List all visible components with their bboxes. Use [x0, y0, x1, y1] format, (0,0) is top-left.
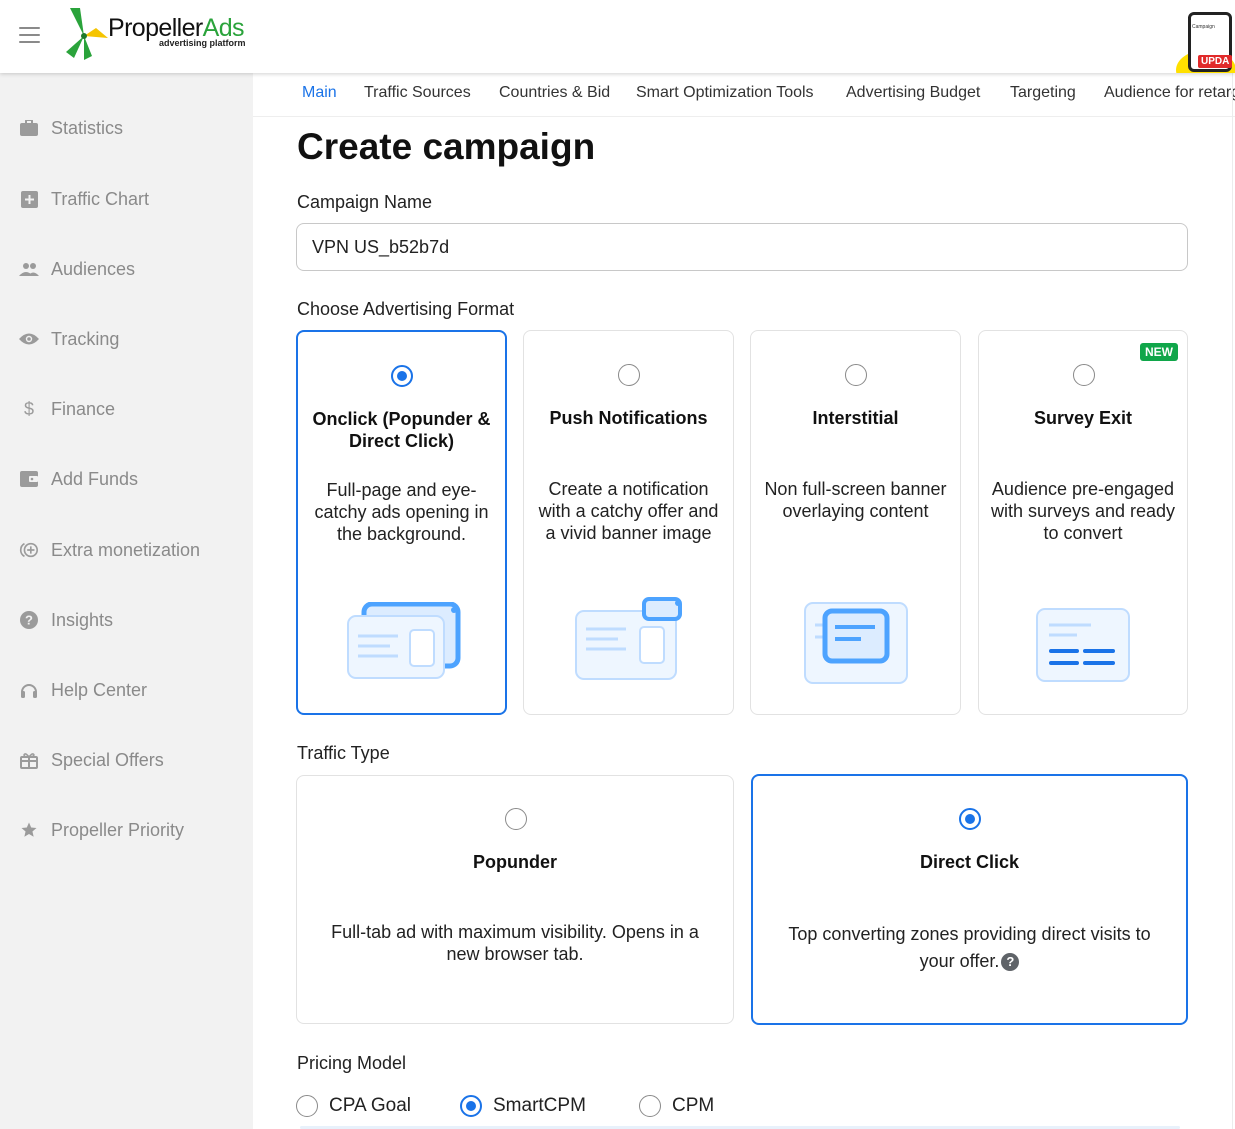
campaign-tabs: Main Traffic Sources Countries & Bid Sma… [253, 73, 1235, 117]
headset-icon [19, 680, 39, 700]
format-radio-survey-exit[interactable] [1073, 364, 1095, 386]
sidebar-item-extra-monetization[interactable]: Extra monetization [0, 530, 253, 570]
tab-smart-optimization-tools[interactable]: Smart Optimization Tools [636, 84, 814, 102]
tab-main[interactable]: Main [302, 84, 337, 102]
tab-traffic-sources[interactable]: Traffic Sources [364, 84, 471, 102]
pricing-option-label: CPM [672, 1095, 715, 1116]
top-bar: PropellerAds advertising platform Campai… [0, 0, 1235, 73]
onclick-illustration-icon [347, 602, 461, 679]
sidebar-item-insights[interactable]: ? Insights [0, 600, 253, 640]
pricing-option-smartcpm[interactable]: SmartCPM [460, 1094, 586, 1118]
pricing-model-label: Pricing Model [297, 1053, 407, 1073]
sidebar-item-label: Finance [51, 398, 116, 419]
format-radio-onclick[interactable] [391, 365, 413, 387]
traffic-desc: Full-tab ad with maximum visibility. Ope… [331, 922, 699, 964]
menu-icon[interactable] [19, 27, 40, 43]
pricing-option-label: CPA Goal [329, 1095, 412, 1116]
sidebar-item-finance[interactable]: $ Finance [0, 389, 253, 429]
traffic-radio-direct-click[interactable] [959, 808, 981, 830]
pricing-option-cpa-goal[interactable]: CPA Goal [296, 1094, 411, 1118]
dollar-icon: $ [23, 398, 34, 419]
eye-icon [19, 329, 39, 349]
sidebar-item-label: Extra monetization [51, 539, 201, 560]
format-card-push-notifications[interactable]: Push Notifications Create a notification… [523, 330, 734, 715]
briefcase-icon [19, 118, 39, 138]
format-radio-push[interactable] [618, 364, 640, 386]
new-badge: NEW [1140, 343, 1178, 361]
traffic-card-popunder[interactable]: Popunder Full-tab ad with maximum visibi… [296, 775, 734, 1024]
sidebar-item-help-center[interactable]: Help Center [0, 670, 253, 710]
traffic-radio-popunder[interactable] [505, 808, 527, 830]
sidebar-item-audiences[interactable]: Audiences [0, 249, 253, 289]
traffic-title: Popunder [473, 852, 557, 872]
sidebar: Statistics Traffic Chart Audiences Track… [0, 73, 253, 1129]
propeller-logo-icon [66, 8, 108, 60]
pricing-radio-cpa-goal[interactable] [296, 1095, 318, 1117]
sidebar-item-statistics[interactable]: Statistics [0, 108, 253, 148]
help-icon[interactable]: ? [1001, 953, 1020, 971]
format-card-survey-exit[interactable]: NEW Survey Exit Audience pre-engaged wit… [978, 330, 1188, 715]
pricing-radio-smartcpm[interactable] [460, 1095, 482, 1117]
format-title: Survey Exit [1033, 408, 1133, 428]
sidebar-item-label: Audiences [51, 258, 136, 279]
sidebar-item-label: Special Offers [51, 749, 164, 770]
wallet-icon [19, 469, 39, 489]
traffic-type-label: Traffic Type [297, 743, 390, 763]
format-label: Choose Advertising Format [297, 299, 515, 319]
pricing-option-label: SmartCPM [493, 1095, 586, 1116]
logo-tagline: advertising platform [159, 38, 246, 48]
chart-icon [19, 189, 39, 209]
tab-countries-bid[interactable]: Countries & Bid [499, 84, 610, 102]
push-illustration-icon [575, 597, 682, 680]
tab-audience-for-retargeting[interactable]: Audience for retargeting [1104, 84, 1235, 102]
format-radio-interstitial[interactable] [845, 364, 867, 386]
svg-text:?: ? [25, 613, 33, 628]
content-right-border [1232, 73, 1233, 1129]
page-title: Create campaign [297, 126, 596, 167]
tab-targeting[interactable]: Targeting [1010, 84, 1076, 102]
campaign-name-input[interactable] [296, 223, 1188, 271]
sidebar-item-label: Traffic Chart [51, 188, 150, 209]
format-card-interstitial[interactable]: Interstitial Non full-screen banner over… [750, 330, 961, 715]
format-desc: Full-page and eye-catchy ads opening in … [314, 480, 489, 544]
sidebar-item-label: Help Center [51, 679, 148, 700]
traffic-card-direct-click[interactable]: Direct Click Top converting zones provid… [751, 774, 1188, 1025]
update-promo-banner[interactable]: Campaign UPDA [1176, 10, 1235, 73]
format-desc: Create a notification with a catchy offe… [538, 479, 719, 543]
gift-icon [19, 750, 39, 770]
format-title: Push Notifications [549, 408, 708, 428]
sidebar-item-add-funds[interactable]: Add Funds [0, 459, 253, 499]
format-desc: Audience pre-engaged with surveys and re… [990, 479, 1176, 543]
tab-advertising-budget[interactable]: Advertising Budget [846, 84, 980, 102]
format-card-onclick[interactable]: Onclick (Popunder & Direct Click) Full-p… [296, 330, 507, 715]
update-badge: UPDA [1198, 55, 1233, 68]
sidebar-item-label: Propeller Priority [51, 819, 185, 840]
pricing-option-cpm[interactable]: CPM [639, 1094, 714, 1118]
sidebar-item-special-offers[interactable]: Special Offers [0, 740, 253, 780]
traffic-desc: Top converting zones providing direct vi… [788, 924, 1151, 971]
survey-illustration-icon [1036, 608, 1130, 682]
traffic-title: Direct Click [919, 852, 1020, 872]
traffic-desc-wrap: Top converting zones providing direct vi… [773, 921, 1166, 975]
promo-screen-text: Campaign [1192, 24, 1215, 30]
propellerads-logo[interactable]: PropellerAds advertising platform [62, 6, 262, 62]
star-icon [19, 820, 39, 840]
sidebar-item-label: Tracking [51, 328, 120, 349]
question-icon: ? [19, 610, 39, 630]
interstitial-illustration-icon [804, 602, 908, 684]
sidebar-item-label: Statistics [51, 117, 124, 138]
format-title: Interstitial [812, 408, 899, 428]
sidebar-item-label: Insights [51, 609, 114, 630]
sidebar-item-label: Add Funds [51, 468, 139, 489]
sidebar-item-traffic-chart[interactable]: Traffic Chart [0, 179, 253, 219]
format-desc: Non full-screen banner overlaying conten… [764, 479, 947, 521]
sidebar-item-propeller-priority[interactable]: Propeller Priority [0, 810, 253, 850]
sidebar-item-tracking[interactable]: Tracking [0, 319, 253, 359]
format-title: Onclick (Popunder & Direct Click) [312, 409, 491, 451]
people-icon [19, 259, 39, 279]
campaign-name-label: Campaign Name [297, 192, 433, 212]
pricing-radio-cpm[interactable] [639, 1095, 661, 1117]
monetization-icon [19, 540, 39, 560]
